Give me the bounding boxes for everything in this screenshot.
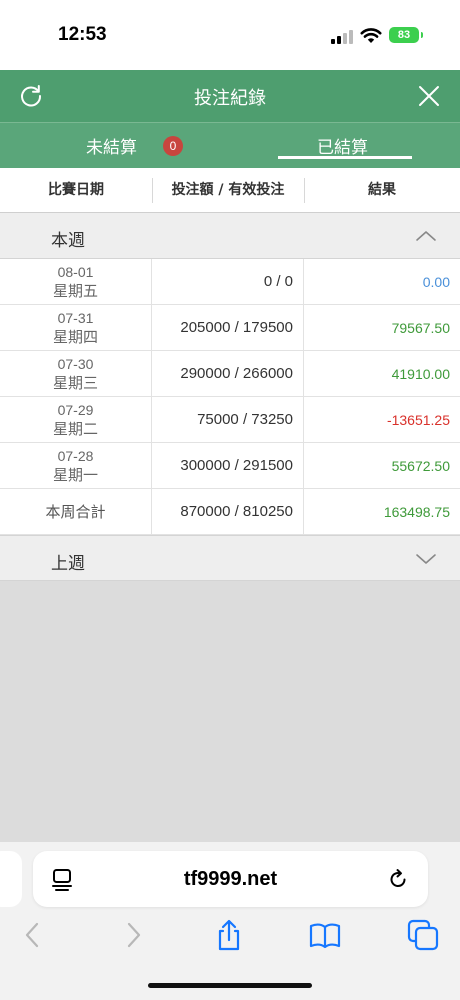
stake-cell: 290000 / 266000 xyxy=(152,351,304,397)
back-icon[interactable] xyxy=(16,918,50,952)
bookmarks-icon[interactable] xyxy=(308,918,342,952)
tab-settled[interactable]: 已結算 xyxy=(230,123,460,169)
section-last-week[interactable]: 上週 xyxy=(0,535,460,581)
tabs-icon[interactable] xyxy=(406,918,440,952)
column-header-date: 比賽日期 xyxy=(48,182,104,198)
match-weekday: 星期一 xyxy=(52,466,98,484)
table-row[interactable]: 07-28 星期一 300000 / 291500 55672.50 xyxy=(0,443,460,489)
address-bar[interactable]: tf9999.net xyxy=(33,851,428,907)
column-header-stake: 投注額 / 有效投注 xyxy=(171,182,285,198)
chevron-down-icon xyxy=(416,554,436,564)
total-result-cell: 163498.75 xyxy=(383,504,450,520)
tab-settled-label: 已結算 xyxy=(317,138,368,158)
browser-toolbar: tf9999.net xyxy=(0,842,460,1000)
tab-unsettled[interactable]: 未結算 0 xyxy=(0,123,230,169)
table-row[interactable]: 07-30 星期三 290000 / 266000 41910.00 xyxy=(0,351,460,397)
status-tabs: 未結算 0 已結算 xyxy=(0,122,460,168)
section-last-week-label: 上週 xyxy=(51,554,85,574)
match-date: 07-29 xyxy=(57,402,94,418)
status-bar: 12:53 83 xyxy=(0,0,460,70)
stake-cell: 205000 / 179500 xyxy=(152,305,304,351)
app-header: 投注紀錄 xyxy=(0,70,460,122)
match-weekday: 星期三 xyxy=(52,374,98,392)
previous-tab-preview[interactable] xyxy=(0,851,22,907)
stake-cell: 300000 / 291500 xyxy=(152,443,304,489)
chevron-up-icon xyxy=(416,231,436,241)
home-indicator xyxy=(148,983,312,988)
wifi-icon xyxy=(360,28,382,43)
date-cell: 07-28 星期一 xyxy=(0,443,152,489)
share-icon[interactable] xyxy=(212,918,246,952)
result-cell: 79567.50 xyxy=(391,320,450,336)
table-row[interactable]: 08-01 星期五 0 / 0 0.00 xyxy=(0,259,460,305)
table-row[interactable]: 07-29 星期二 75000 / 73250 -13651.25 xyxy=(0,397,460,443)
match-date: 07-31 xyxy=(57,310,94,326)
total-label: 本周合計 xyxy=(45,503,106,521)
table-row[interactable]: 07-31 星期四 205000 / 179500 79567.50 xyxy=(0,305,460,351)
date-cell: 07-30 星期三 xyxy=(0,351,152,397)
match-date: 07-30 xyxy=(57,356,94,372)
this-week-rows: 08-01 星期五 0 / 0 0.00 07-31 星期四 205000 / … xyxy=(0,259,460,535)
reload-icon[interactable] xyxy=(386,867,410,891)
result-cell: 41910.00 xyxy=(391,366,450,382)
date-cell: 08-01 星期五 xyxy=(0,259,152,305)
forward-icon[interactable] xyxy=(116,918,150,952)
total-label-cell: 本周合計 xyxy=(0,489,152,535)
url-text: tf9999.net xyxy=(183,868,278,890)
status-time: 12:53 xyxy=(58,24,107,45)
column-header-result: 結果 xyxy=(368,182,396,198)
date-cell: 07-31 星期四 xyxy=(0,305,152,351)
section-this-week-label: 本週 xyxy=(51,231,85,251)
cellular-signal-icon xyxy=(331,30,353,44)
result-cell: 0.00 xyxy=(422,274,450,290)
tab-unsettled-label: 未結算 xyxy=(86,138,137,158)
total-stake-cell: 870000 / 810250 xyxy=(152,489,304,535)
date-cell: 07-29 星期二 xyxy=(0,397,152,443)
match-date: 08-01 xyxy=(57,264,94,280)
match-date: 07-28 xyxy=(57,448,94,464)
battery-icon: 83 xyxy=(389,27,423,43)
table-header: 比賽日期 投注額 / 有效投注 結果 xyxy=(0,168,460,213)
close-icon[interactable] xyxy=(416,83,442,109)
total-row: 本周合計 870000 / 810250 163498.75 xyxy=(0,489,460,535)
match-weekday: 星期二 xyxy=(52,420,98,438)
stake-cell: 0 / 0 xyxy=(152,259,304,305)
match-weekday: 星期四 xyxy=(52,328,98,346)
result-cell: 55672.50 xyxy=(391,458,450,474)
active-tab-indicator xyxy=(278,156,412,159)
page-title: 投注紀錄 xyxy=(194,88,266,109)
stake-cell: 75000 / 73250 xyxy=(152,397,304,443)
match-weekday: 星期五 xyxy=(52,282,98,300)
result-cell: -13651.25 xyxy=(386,412,450,428)
unsettled-count-badge: 0 xyxy=(163,136,183,156)
section-this-week[interactable]: 本週 xyxy=(0,213,460,259)
